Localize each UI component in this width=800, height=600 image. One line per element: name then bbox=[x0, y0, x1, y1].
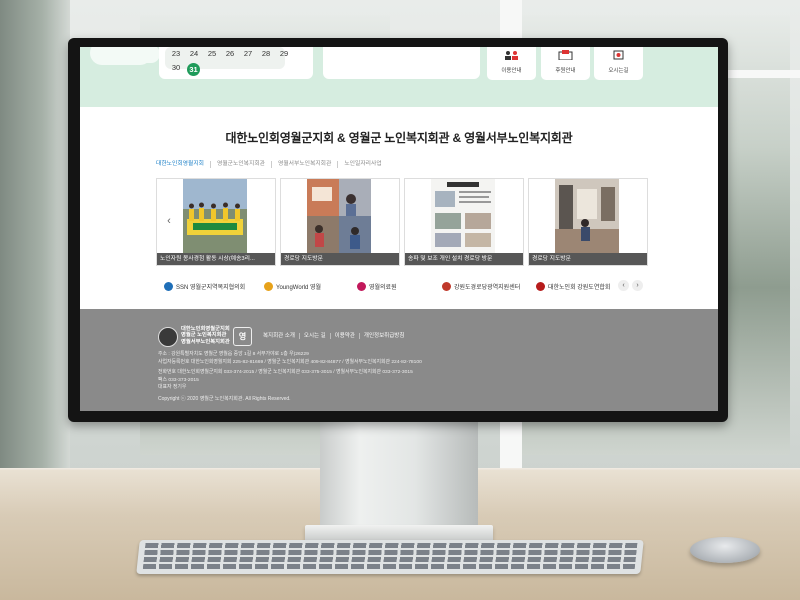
gallery-tabs: 대한노인회영월지회 영월군노인복지회관 영월서부노인복지회관 노인일자리사업 bbox=[156, 161, 388, 168]
notice-card bbox=[323, 47, 480, 79]
partner-logo-youngworld[interactable]: YoungWorld 영월 bbox=[264, 278, 321, 294]
calendar-day[interactable]: 23 bbox=[167, 49, 185, 58]
calendar-day[interactable]: 27 bbox=[239, 49, 257, 58]
cloud-decoration bbox=[120, 47, 160, 63]
partner-label: 영월의료원 bbox=[369, 284, 397, 291]
footer-org-name: 영월군 노인복지회관 bbox=[181, 332, 227, 339]
quick-link-usage[interactable]: 이용안내 bbox=[487, 47, 536, 80]
calendar-today[interactable]: 31 bbox=[187, 63, 200, 76]
calendar-row: 23 24 25 26 27 28 29 bbox=[167, 49, 293, 58]
partner-label: 강원도경로당광역지원센터 bbox=[454, 284, 521, 291]
partner-prev-button[interactable]: ‹ bbox=[618, 280, 629, 291]
senior-association-logo-icon bbox=[536, 281, 545, 291]
footer-link-terms[interactable]: 이용약관 bbox=[329, 333, 359, 339]
footer-links: 복지회관 소개 오시는 길 이용약관 개인정보취급방침 bbox=[263, 333, 408, 339]
partner-logo-gangwon-center[interactable]: 강원도경로당광역지원센터 bbox=[442, 278, 520, 294]
quick-link-label: 후원안내 bbox=[555, 68, 576, 74]
footer-org-name: 영월서부노인복지회관 bbox=[181, 338, 230, 345]
footer-phone: 전화번호 대한노인회영월군지회 033-374-2015 / 영월군 노인복지회… bbox=[158, 370, 413, 376]
footer-badge-icon: 영 bbox=[233, 327, 252, 346]
partner-logo-senior-association[interactable]: 대한노인회 강원도연합회 bbox=[536, 278, 610, 294]
top-band: 23 24 25 26 27 28 29 30 31 이용안내 후원안내 오시는… bbox=[80, 47, 718, 107]
quick-link-label: 오시는길 bbox=[608, 68, 629, 74]
gallery-caption: 경로당 지도방문 bbox=[281, 253, 399, 265]
site-footer: 대한노인회영월군지회 영월군 노인복지회관 영월서부노인복지회관 영 복지회관 … bbox=[80, 309, 718, 411]
map-pin-icon bbox=[613, 50, 624, 60]
footer-logo-icon bbox=[158, 327, 178, 347]
gallery-card[interactable]: 경로당 지도방문 bbox=[280, 178, 400, 266]
section-title: 대한노인회영월군지회 & 영월군 노인복지회관 & 영월서부노인복지회관 bbox=[225, 131, 573, 145]
partner-label: 대한노인회 강원도연합회 bbox=[548, 284, 611, 291]
footer-link-directions[interactable]: 오시는 길 bbox=[298, 333, 330, 339]
gallery-photo-document bbox=[431, 179, 495, 253]
tab-yeongwol-welfare-center[interactable]: 영월군노인복지회관 bbox=[210, 161, 271, 168]
gallery-photo-volunteers bbox=[183, 179, 247, 253]
tab-korea-senior-yeongwol[interactable]: 대한노인회영월지회 bbox=[156, 161, 210, 168]
window-left bbox=[0, 0, 70, 470]
calendar-day[interactable]: 30 bbox=[167, 63, 185, 76]
tab-yeongwol-west-welfare-center[interactable]: 영월서부노인복지회관 bbox=[271, 161, 337, 168]
gallery-next-button[interactable]: › bbox=[623, 214, 637, 228]
tab-senior-jobs[interactable]: 노인일자리사업 bbox=[337, 161, 387, 168]
partner-label: SSN 영월군지역복지협의회 bbox=[176, 284, 246, 291]
gallery-photo-visit bbox=[307, 179, 371, 253]
calendar-row: 30 31 bbox=[167, 63, 200, 76]
monitor-stand bbox=[320, 420, 478, 528]
website-screen: 23 24 25 26 27 28 29 30 31 이용안내 후원안내 오시는… bbox=[80, 47, 718, 411]
footer-fax: 팩스 033-373-2015 bbox=[158, 377, 199, 383]
gallery-card[interactable]: 송파 및 보조 개인 설치 경로당 방문 bbox=[404, 178, 524, 266]
partner-logo-ssn[interactable]: SSN 영월군지역복지협의회 bbox=[164, 278, 245, 294]
partner-label: YoungWorld 영월 bbox=[276, 284, 322, 291]
footer-representative: 대표자 정기우 bbox=[158, 385, 187, 391]
calendar-day[interactable]: 29 bbox=[275, 49, 293, 58]
partner-next-button[interactable]: › bbox=[632, 280, 643, 291]
ssn-logo-icon bbox=[164, 281, 173, 291]
gallery-caption: 노인자원 봉사경험 활동 시상(예송3리... bbox=[157, 253, 275, 265]
gangwon-center-logo-icon bbox=[442, 281, 451, 291]
partner-logos: SSN 영월군지역복지협의회 YoungWorld 영월 영월의료원 강원도경로… bbox=[164, 278, 644, 294]
gallery-photo-visit-2 bbox=[555, 179, 619, 253]
partner-logo-medical-center[interactable]: 영월의료원 bbox=[357, 278, 397, 294]
footer-address: 주소 : 강원특별자치도 영월군 영월읍 중앙 1길 8 서부가야로 1층 우)… bbox=[158, 352, 309, 357]
donation-icon bbox=[558, 50, 573, 60]
calendar-day[interactable]: 28 bbox=[257, 49, 275, 58]
footer-copyright: Copyright ⓒ 2020 영월군 노인복지회관. All Rights … bbox=[158, 396, 291, 402]
calendar-widget: 23 24 25 26 27 28 29 30 31 bbox=[159, 47, 313, 79]
footer-link-privacy[interactable]: 개인정보취급방침 bbox=[358, 333, 408, 339]
gallery-prev-button[interactable]: ‹ bbox=[162, 214, 176, 228]
medical-center-logo-icon bbox=[357, 281, 366, 291]
gallery-caption: 경로당 지도방문 bbox=[529, 253, 647, 265]
photo-gallery: 노인자원 봉사경험 활동 시상(예송3리... 경로당 지도방문 송파 및 보조… bbox=[156, 178, 648, 266]
footer-link-about[interactable]: 복지회관 소개 bbox=[263, 333, 299, 339]
user-group-icon bbox=[505, 51, 518, 60]
footer-org-names: 대한노인회영월군지회 영월군 노인복지회관 영월서부노인복지회관 bbox=[181, 326, 230, 345]
quick-link-directions[interactable]: 오시는길 bbox=[594, 47, 643, 80]
footer-business-number: 사업자등록번호 대한노인회영월지회 225-82-81669 / 영월군 노인복… bbox=[158, 359, 422, 365]
quick-link-donation[interactable]: 후원안내 bbox=[541, 47, 590, 80]
youngworld-logo-icon bbox=[264, 281, 273, 291]
quick-link-label: 이용안내 bbox=[501, 68, 522, 74]
keyboard bbox=[136, 540, 644, 574]
calendar-day[interactable]: 24 bbox=[185, 49, 203, 58]
mouse bbox=[690, 537, 760, 563]
footer-info: 주소 : 강원특별자치도 영월군 영월읍 중앙 1길 8 서부가야로 1층 우)… bbox=[158, 351, 422, 392]
calendar-day[interactable]: 26 bbox=[221, 49, 239, 58]
calendar-day[interactable]: 25 bbox=[203, 49, 221, 58]
gallery-caption: 송파 및 보조 개인 설치 경로당 방문 bbox=[405, 253, 523, 265]
